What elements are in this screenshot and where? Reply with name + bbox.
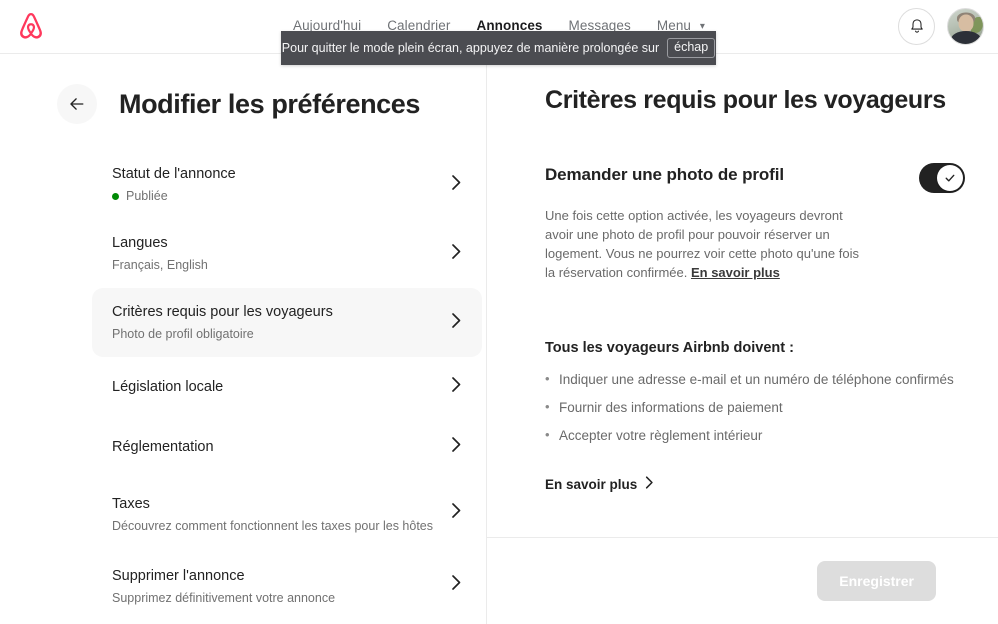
requirements-section: Tous les voyageurs Airbnb doivent : Indi…: [545, 340, 965, 494]
setting-label: Critères requis pour les voyageurs: [112, 304, 333, 320]
chevron-right-icon: [451, 437, 462, 458]
setting-sub: Supprimez définitivement votre annonce: [112, 590, 446, 607]
content-area: Modifier les préférences Statut de l'ann…: [0, 54, 998, 624]
status-dot-icon: [112, 193, 119, 200]
setting-row-supprimer-lannonce[interactable]: Supprimer l'annonce Supprimez définitive…: [92, 549, 482, 621]
toggle-header: Demander une photo de profil: [545, 163, 965, 193]
notifications-button[interactable]: [898, 8, 935, 45]
setting-sub-text: Publiée: [126, 189, 168, 203]
requirements-list: Indiquer une adresse e-mail et un numéro…: [545, 369, 965, 445]
app-page: Aujourd'hui Calendrier Annonces Messages…: [0, 0, 998, 624]
bell-icon: [910, 19, 923, 33]
back-button[interactable]: [57, 84, 97, 124]
requirement-item: Indiquer une adresse e-mail et un numéro…: [545, 369, 965, 389]
chevron-right-icon: [451, 243, 462, 264]
chevron-right-icon: [451, 312, 462, 333]
setting-sub: Photo de profil obligatoire: [112, 326, 446, 343]
page-title: Modifier les préférences: [119, 88, 421, 119]
right-panel-content: Critères requis pour les voyageurs Deman…: [545, 84, 965, 494]
left-panel: Modifier les préférences Statut de l'ann…: [0, 54, 486, 624]
setting-row-langues[interactable]: Langues Français, English: [92, 219, 482, 288]
setting-sub: Publiée: [112, 188, 446, 205]
setting-label: Législation locale: [112, 379, 224, 395]
setting-sub-text: Découvrez comment fonctionnent les taxes…: [112, 519, 434, 533]
profile-photo-toggle[interactable]: [919, 163, 965, 193]
avatar-face: [958, 14, 973, 32]
setting-label: Supprimer l'annonce: [112, 568, 245, 584]
setting-sub: Découvrez comment fonctionnent les taxes…: [112, 518, 446, 535]
setting-sub: Français, English: [112, 257, 446, 274]
setting-label: Taxes: [112, 496, 150, 512]
avatar-body: [950, 31, 981, 44]
setting-sub-text: Supprimez définitivement votre annonce: [112, 591, 336, 605]
fullscreen-banner-key: échap: [667, 38, 716, 58]
chevron-right-icon: [451, 503, 462, 524]
toggle-description: Une fois cette option activée, les voyag…: [545, 206, 860, 282]
setting-sub-text: Photo de profil obligatoire: [112, 327, 254, 341]
setting-row-statut-de-lannonce[interactable]: Statut de l'annonce Publiée: [92, 150, 482, 219]
detail-title: Critères requis pour les voyageurs: [545, 86, 946, 114]
fullscreen-exit-banner: Pour quitter le mode plein écran, appuye…: [281, 31, 716, 65]
chevron-right-icon: [645, 476, 654, 492]
toggle-knob: [937, 165, 963, 191]
settings-list: Statut de l'annonce Publiée Langues Fran…: [92, 150, 482, 621]
requirement-item: Accepter votre règlement intérieur: [545, 425, 965, 445]
chevron-right-icon: [451, 174, 462, 195]
toggle-label: Demander une photo de profil: [545, 165, 784, 184]
fullscreen-banner-text: Pour quitter le mode plein écran, appuye…: [281, 41, 660, 55]
footer-action-bar: Enregistrer: [487, 538, 998, 624]
requirement-item: Fournir des informations de paiement: [545, 397, 965, 417]
learn-more-link[interactable]: En savoir plus: [545, 476, 654, 492]
setting-row-taxes[interactable]: Taxes Découvrez comment fonctionnent les…: [92, 477, 482, 549]
setting-sub-text: Français, English: [112, 258, 208, 272]
setting-label: Langues: [112, 235, 168, 251]
chevron-right-icon: [451, 575, 462, 596]
requirements-title: Tous les voyageurs Airbnb doivent :: [545, 340, 794, 356]
user-avatar[interactable]: [947, 8, 984, 45]
save-button[interactable]: Enregistrer: [817, 561, 936, 601]
setting-row-legislation-locale[interactable]: Législation locale: [92, 357, 482, 417]
setting-row-criteres-requis-pour-les-voyageurs[interactable]: Critères requis pour les voyageurs Photo…: [92, 288, 482, 357]
toggle-learn-more-link[interactable]: En savoir plus: [691, 265, 780, 280]
chevron-right-icon: [451, 377, 462, 398]
back-arrow-icon: [70, 98, 84, 110]
check-icon: [945, 174, 955, 182]
setting-row-reglementation[interactable]: Réglementation: [92, 417, 482, 477]
setting-label: Statut de l'annonce: [112, 166, 236, 182]
page-header: Modifier les préférences: [57, 84, 420, 124]
profile-photo-setting: Demander une photo de profil Une fois ce…: [545, 163, 965, 282]
learn-more-label: En savoir plus: [545, 476, 638, 492]
header-actions: [898, 8, 984, 45]
setting-label: Réglementation: [112, 439, 214, 455]
